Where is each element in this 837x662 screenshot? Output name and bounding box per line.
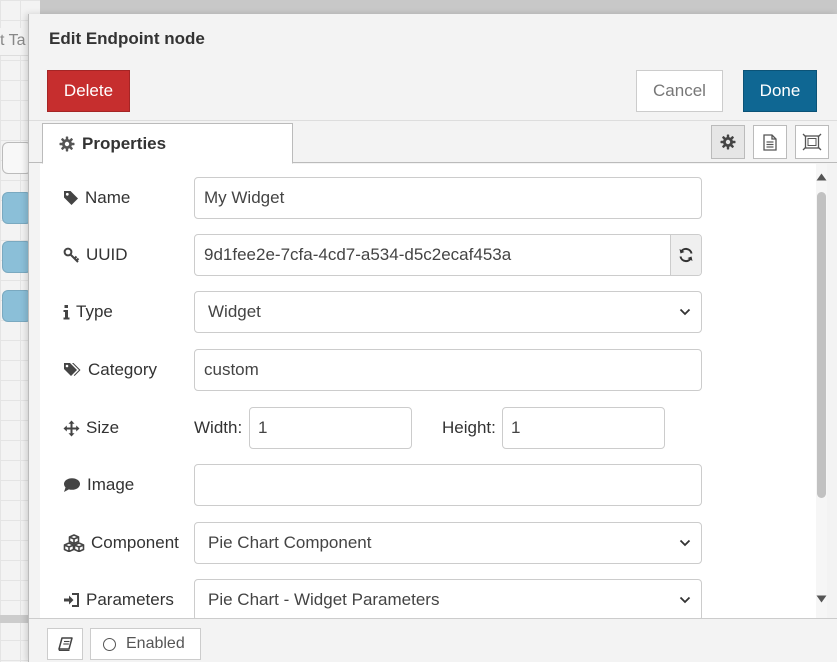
dialog-title: Edit Endpoint node xyxy=(49,29,205,48)
dialog-toolbar: Delete Cancel Done xyxy=(29,60,837,121)
enabled-toggle[interactable]: Enabled xyxy=(90,628,201,660)
properties-panel: Name My Widget UUID 9d1fee2e-7cfa-4cd7-a… xyxy=(40,164,827,619)
scroll-thumb[interactable] xyxy=(817,192,826,498)
edit-dialog: Edit Endpoint node Delete Cancel Done Pr… xyxy=(28,14,837,662)
image-input[interactable] xyxy=(194,464,702,506)
form-row-category: Category custom xyxy=(40,349,827,391)
form-row-parameters: Parameters Pie Chart - Widget Parameters xyxy=(40,579,827,619)
dialog-tabs: Properties xyxy=(29,121,837,164)
triangle-down-icon xyxy=(816,595,827,603)
background-scrollbar[interactable] xyxy=(0,615,28,623)
gear-icon xyxy=(59,136,75,152)
height-label: Height: xyxy=(442,418,496,437)
tab-properties[interactable]: Properties xyxy=(42,123,293,164)
enabled-label: Enabled xyxy=(126,635,185,652)
component-select[interactable]: Pie Chart Component xyxy=(194,522,702,564)
name-label: Name xyxy=(63,177,130,219)
comment-icon xyxy=(64,478,80,492)
triangle-up-icon xyxy=(816,173,827,181)
height-input[interactable]: 1 xyxy=(502,407,665,449)
tag-icon xyxy=(64,191,78,205)
gear-icon xyxy=(720,134,736,150)
refresh-icon xyxy=(679,247,693,263)
type-select[interactable]: Widget xyxy=(194,291,702,333)
sign-in-icon xyxy=(64,593,79,607)
properties-scrollbar[interactable] xyxy=(816,164,827,619)
help-book-button[interactable] xyxy=(47,628,83,660)
cubes-icon xyxy=(63,534,85,552)
width-label: Width: xyxy=(194,418,243,437)
name-input[interactable]: My Widget xyxy=(194,177,702,219)
width-input[interactable]: 1 xyxy=(249,407,412,449)
frame-icon xyxy=(802,133,822,151)
form-row-type: Type Widget xyxy=(40,291,827,333)
background-top-bar xyxy=(0,0,837,14)
tab-description[interactable] xyxy=(753,125,787,159)
tab-settings[interactable] xyxy=(711,125,745,159)
radio-circle-icon xyxy=(103,637,116,651)
form-row-size: Size Width: 1 Height: 1 xyxy=(40,407,827,449)
tab-properties-label: Properties xyxy=(82,134,167,153)
size-label: Size xyxy=(63,407,119,449)
category-input[interactable]: custom xyxy=(194,349,702,391)
regenerate-uuid-button[interactable] xyxy=(670,235,701,275)
type-label: Type xyxy=(63,291,113,333)
key-icon xyxy=(63,247,80,263)
chevron-down-icon xyxy=(679,308,691,316)
document-icon xyxy=(763,133,777,151)
uuid-value: 9d1fee2e-7cfa-4cd7-a534-d5c2ecaf453a xyxy=(204,245,512,264)
parameters-select[interactable]: Pie Chart - Widget Parameters xyxy=(194,579,702,619)
book-icon xyxy=(57,637,73,651)
chevron-down-icon xyxy=(679,539,691,547)
form-row-component: Component Pie Chart Component xyxy=(40,522,827,564)
component-label: Component xyxy=(63,522,179,564)
scroll-up-arrow[interactable] xyxy=(816,170,827,184)
uuid-label: UUID xyxy=(63,234,128,276)
delete-button[interactable]: Delete xyxy=(47,70,130,112)
chevron-down-icon xyxy=(679,596,691,604)
uuid-input[interactable]: 9d1fee2e-7cfa-4cd7-a534-d5c2ecaf453a xyxy=(194,234,702,276)
info-icon xyxy=(63,305,70,320)
dialog-footer: Enabled xyxy=(29,618,837,662)
cancel-button[interactable]: Cancel xyxy=(636,70,723,112)
image-label: Image xyxy=(63,464,134,506)
scroll-down-arrow[interactable] xyxy=(816,592,827,606)
done-button[interactable]: Done xyxy=(743,70,817,112)
tags-icon xyxy=(64,363,81,376)
parameters-label: Parameters xyxy=(63,579,174,619)
tab-appearance[interactable] xyxy=(795,125,829,159)
form-row-name: Name My Widget xyxy=(40,177,827,219)
form-row-uuid: UUID 9d1fee2e-7cfa-4cd7-a534-d5c2ecaf453… xyxy=(40,234,827,276)
form-row-image: Image xyxy=(40,464,827,506)
category-label: Category xyxy=(63,349,157,391)
move-arrows-icon xyxy=(63,420,80,436)
